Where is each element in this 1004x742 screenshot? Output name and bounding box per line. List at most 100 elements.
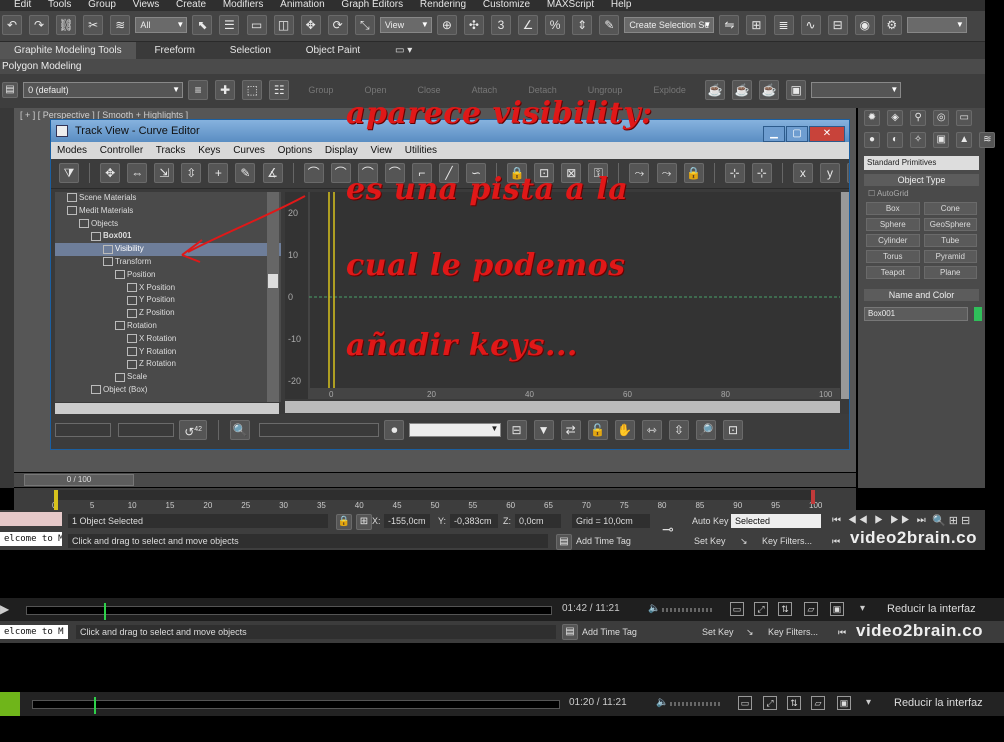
- ribbon-attach[interactable]: Attach: [472, 85, 498, 95]
- draw-curves-icon[interactable]: ✎: [235, 163, 256, 183]
- screen-icon-2[interactable]: ▣: [837, 696, 851, 710]
- graph-hscrollbar[interactable]: [285, 401, 840, 413]
- geosphere-button[interactable]: GeoSphere: [923, 218, 977, 231]
- subtitles-icon-2[interactable]: ▭: [738, 696, 752, 710]
- frame-values-icon[interactable]: ⇳: [668, 420, 689, 440]
- lights-icon[interactable]: ✧: [910, 132, 927, 148]
- set-key-button-2[interactable]: Set Key: [698, 625, 740, 639]
- graph-vscrollbar[interactable]: [841, 192, 849, 399]
- menu-maxscript[interactable]: MAXScript: [547, 0, 594, 10]
- ribbon-ungroup[interactable]: Ungroup: [588, 85, 623, 95]
- curve-graph-svg[interactable]: 20100-10-20 0 20 40 60 80 100: [285, 192, 840, 399]
- show-keys-icon[interactable]: ▼: [533, 420, 554, 440]
- autogrid-checkbox[interactable]: ☐ AutoGrid: [868, 189, 975, 198]
- ribbon-group[interactable]: Group: [308, 85, 333, 95]
- filters-icon[interactable]: ⧩: [59, 163, 79, 183]
- move-icon[interactable]: ✥: [300, 15, 321, 35]
- menu-rendering[interactable]: Rendering: [420, 0, 466, 10]
- tree-item[interactable]: Rotation: [55, 320, 281, 333]
- redo-icon[interactable]: ↷: [29, 15, 50, 35]
- volume-slider-2[interactable]: [670, 702, 720, 706]
- maxscript-listener-2[interactable]: elcome to M: [0, 625, 68, 639]
- tv-value-field[interactable]: [118, 423, 175, 437]
- goto-start-icon[interactable]: ⏮: [828, 534, 846, 548]
- geometry-icon[interactable]: ●: [864, 132, 880, 148]
- set-current-layer-icon[interactable]: ☷: [269, 80, 290, 100]
- set-key-button[interactable]: Set Key: [690, 534, 732, 548]
- align-icon[interactable]: ⊞: [746, 15, 767, 35]
- tree-item[interactable]: X Position: [55, 282, 281, 295]
- tree-item[interactable]: Position: [55, 269, 281, 282]
- tree-item[interactable]: Scale: [55, 371, 281, 384]
- show-selected-curves-icon[interactable]: ⊟: [506, 420, 527, 440]
- video-playhead-2[interactable]: [94, 697, 97, 714]
- create-layer-icon[interactable]: ≡: [188, 80, 209, 100]
- spinner-snap-icon[interactable]: ⇕: [572, 15, 593, 35]
- pyramid-button[interactable]: Pyramid: [923, 250, 977, 263]
- modify-tab-icon[interactable]: ◈: [887, 110, 904, 126]
- select-by-name-icon[interactable]: ☰: [219, 15, 240, 35]
- key-filters-button[interactable]: Key Filters...: [758, 534, 828, 548]
- key-mode-dropdown[interactable]: Selected: [731, 514, 821, 528]
- video-progress-2[interactable]: [32, 697, 560, 714]
- angle-snap-icon[interactable]: ∠: [518, 15, 539, 35]
- menu-graph-editors[interactable]: Graph Editors: [341, 0, 403, 10]
- render-dropdown[interactable]: [906, 17, 967, 33]
- volume-icon-2[interactable]: 🔈: [656, 697, 668, 708]
- volume-icon[interactable]: 🔈: [648, 603, 660, 614]
- tv-menu-options[interactable]: Options: [278, 145, 312, 156]
- chevron-down-icon-2[interactable]: ▾: [866, 697, 871, 708]
- layer-icon[interactable]: ▤: [2, 82, 18, 98]
- tv-selected-field[interactable]: [259, 423, 380, 437]
- track-bar[interactable]: 0510152025303540455055606570758085909510…: [14, 488, 856, 510]
- track-view-record-icon[interactable]: ⏺: [384, 420, 405, 440]
- screen-icon[interactable]: ▣: [830, 602, 844, 616]
- zoom-region-icon[interactable]: ⊡: [723, 420, 743, 440]
- undo-icon[interactable]: ↶: [2, 15, 22, 35]
- menu-customize[interactable]: Customize: [483, 0, 530, 10]
- schematic-view-icon[interactable]: ⊟: [827, 15, 848, 35]
- tab-graphite-modeling-tools[interactable]: Graphite Modeling Tools: [0, 42, 136, 59]
- pivot-center-icon[interactable]: ⊕: [436, 15, 457, 35]
- reduce-interface-button-1[interactable]: Reducir la interfaz: [887, 603, 976, 615]
- minimize-icon[interactable]: ▁: [763, 126, 785, 142]
- sort-icon[interactable]: ⇅: [778, 602, 792, 616]
- menu-animation[interactable]: Animation: [280, 0, 324, 10]
- menu-modifiers[interactable]: Modifiers: [223, 0, 264, 10]
- zoom-selected-icon[interactable]: 🔍: [230, 420, 251, 440]
- torus-button[interactable]: Torus: [866, 250, 920, 263]
- tree-scroll-thumb[interactable]: [268, 274, 278, 288]
- absolute-mode-icon[interactable]: ⊞: [356, 514, 372, 530]
- select-in-layer-icon[interactable]: ⬚: [242, 80, 263, 100]
- reduce-interface-button-2[interactable]: Reducir la interfaz: [894, 697, 983, 709]
- select-object-icon[interactable]: ⬉: [192, 15, 213, 35]
- unlink-icon[interactable]: ✂: [83, 15, 104, 35]
- resize-icon[interactable]: ⤢: [754, 602, 768, 616]
- add-time-tag-2[interactable]: Add Time Tag: [578, 625, 658, 639]
- material-editor-icon[interactable]: ◉: [854, 15, 875, 35]
- close-icon[interactable]: ✕: [809, 126, 845, 142]
- tv-menu-utilities[interactable]: Utilities: [405, 145, 437, 156]
- tangent-auto-icon[interactable]: ⌒: [303, 163, 324, 183]
- rotate-icon[interactable]: ⟳: [327, 15, 348, 35]
- zoom-icon[interactable]: 🔎: [695, 420, 716, 440]
- selection-filter-dropdown[interactable]: All: [135, 17, 188, 33]
- cameras-icon[interactable]: ▣: [933, 132, 950, 148]
- helpers-icon[interactable]: ▲: [956, 132, 973, 148]
- scale-icon[interactable]: ⤡: [354, 15, 375, 35]
- track-view-dropdown[interactable]: [409, 423, 502, 437]
- snap-toggle-icon[interactable]: 3: [491, 15, 511, 35]
- tree-item[interactable]: Y Position: [55, 294, 281, 307]
- chevron-down-icon[interactable]: ▾: [860, 603, 865, 614]
- time-slider-thumb[interactable]: 0 / 100: [24, 474, 134, 486]
- tree-item[interactable]: Y Rotation: [55, 346, 281, 359]
- viewport-nav-icons[interactable]: 🔍 ⊞ ⊟: [928, 514, 984, 528]
- tree-item[interactable]: Z Rotation: [55, 358, 281, 371]
- tv-menu-display[interactable]: Display: [325, 145, 358, 156]
- subtitles-icon[interactable]: ▭: [730, 602, 744, 616]
- tab-selection[interactable]: Selection: [214, 45, 287, 56]
- isolate-z-icon[interactable]: z: [847, 163, 849, 183]
- plane-button[interactable]: Plane: [923, 266, 977, 279]
- teapot-icon-2[interactable]: ☕: [732, 80, 753, 100]
- show-tangents-icon[interactable]: ⊹: [724, 163, 745, 183]
